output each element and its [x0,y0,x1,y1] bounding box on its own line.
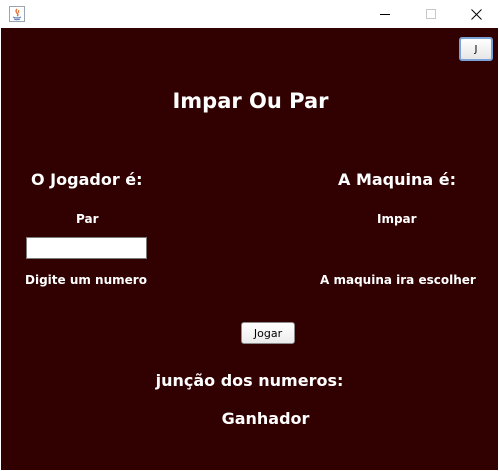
player-heading: O Jogador é: [31,170,143,189]
sum-label: junção dos numeros: [155,371,344,390]
winner-label: Ganhador [221,409,310,428]
maximize-icon [426,9,436,19]
corner-button[interactable]: J [459,37,493,61]
machine-choice: Impar [377,212,417,226]
number-input[interactable] [26,237,147,259]
player-choice: Par [76,212,99,226]
page-title: Impar Ou Par [172,89,329,113]
close-button[interactable] [453,0,499,28]
java-icon [9,6,25,22]
maximize-button[interactable] [408,0,454,28]
close-icon [470,8,482,20]
machine-heading: A Maquina é: [338,170,457,189]
play-button[interactable]: Jogar [241,322,295,344]
minimize-icon [380,14,390,15]
player-hint: Digite um numero [25,273,147,287]
machine-hint: A maquina ira escolher [320,273,476,287]
minimize-button[interactable] [362,0,408,28]
app-window: J Impar Ou Par O Jogador é: A Maquina é:… [0,0,499,471]
title-bar[interactable] [0,0,499,28]
game-panel: J Impar Ou Par O Jogador é: A Maquina é:… [1,28,498,470]
